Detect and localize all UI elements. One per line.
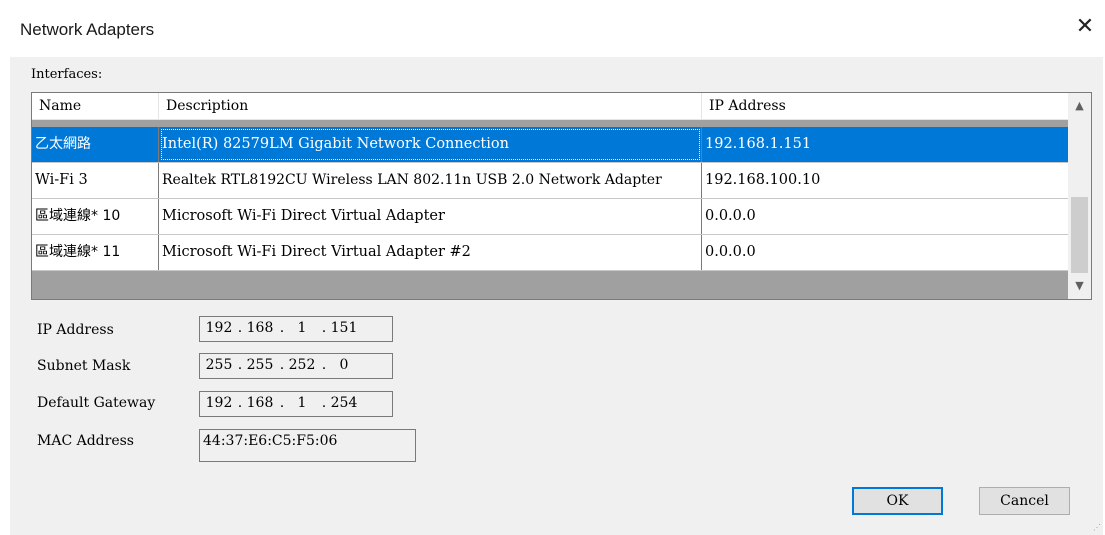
ip-dot: .	[321, 357, 327, 373]
ip-dot: .	[237, 320, 243, 336]
ip-dot: .	[279, 357, 285, 373]
ip-dot: .	[321, 395, 327, 411]
row-ip: 0.0.0.0	[705, 244, 756, 260]
interfaces-list[interactable]: Name Description IP Address 乙太網路 Intel(R…	[31, 92, 1092, 300]
ok-button[interactable]: OK	[852, 487, 943, 515]
row-name: Wi-Fi 3	[32, 163, 159, 198]
ip-octet-2: 168	[246, 320, 274, 336]
close-icon[interactable]: ✕	[1068, 10, 1102, 44]
chevron-down-icon[interactable]: ▼	[1068, 275, 1091, 297]
row-description: Realtek RTL8192CU Wireless LAN 802.11n U…	[159, 163, 702, 198]
gateway-octet-3: 1	[297, 395, 307, 411]
subnet-octet-3: 252	[288, 357, 316, 373]
table-row[interactable]: 區域連線* 10 Microsoft Wi-Fi Direct Virtual …	[32, 199, 1068, 235]
ip-address-field[interactable]: 192 . 168 . 1 . 151	[199, 316, 393, 342]
interfaces-label: Interfaces:	[31, 67, 103, 82]
list-header: Name Description IP Address	[32, 93, 1068, 120]
gateway-octet-4: 254	[330, 395, 358, 411]
chevron-up-icon[interactable]: ▲	[1068, 95, 1091, 117]
ip-dot: .	[237, 395, 243, 411]
row-ip: 0.0.0.0	[705, 208, 756, 224]
row-description: Microsoft Wi-Fi Direct Virtual Adapter	[159, 199, 702, 234]
ip-address-label: IP Address	[37, 322, 114, 338]
mac-address-field: 44:37:E6:C5:F5:06	[199, 429, 416, 462]
default-gateway-label: Default Gateway	[37, 395, 156, 411]
table-row[interactable]: Wi-Fi 3 Realtek RTL8192CU Wireless LAN 8…	[32, 163, 1068, 199]
title-bar: Network Adapters ✕	[0, 0, 1105, 57]
ip-dot: .	[321, 320, 327, 336]
subnet-octet-4: 0	[339, 357, 349, 373]
column-header-ip[interactable]: IP Address	[702, 93, 1068, 119]
scrollbar-thumb[interactable]	[1071, 197, 1088, 273]
ip-dot: .	[279, 395, 285, 411]
column-header-name[interactable]: Name	[32, 93, 159, 119]
ip-octet-4: 151	[330, 320, 358, 336]
row-name: 區域連線* 10	[32, 199, 159, 234]
cancel-button[interactable]: Cancel	[979, 487, 1070, 515]
window-title: Network Adapters	[20, 20, 155, 39]
table-row[interactable]: 乙太網路 Intel(R) 82579LM Gigabit Network Co…	[32, 127, 1068, 163]
subnet-mask-label: Subnet Mask	[37, 358, 131, 374]
subnet-mask-field[interactable]: 255 . 255 . 252 . 0	[199, 353, 393, 379]
default-gateway-field[interactable]: 192 . 168 . 1 . 254	[199, 391, 393, 417]
gateway-octet-2: 168	[246, 395, 274, 411]
subnet-octet-1: 255	[205, 357, 233, 373]
resize-grip[interactable]: ⋰	[1093, 523, 1103, 533]
row-name: 區域連線* 11	[32, 235, 159, 270]
ip-dot: .	[237, 357, 243, 373]
row-ip: 192.168.100.10	[705, 172, 821, 188]
row-ip: 192.168.1.151	[705, 136, 812, 152]
table-row[interactable]: 區域連線* 11 Microsoft Wi-Fi Direct Virtual …	[32, 235, 1068, 271]
gateway-octet-1: 192	[205, 395, 233, 411]
column-header-description[interactable]: Description	[159, 93, 702, 119]
ip-octet-3: 1	[297, 320, 307, 336]
ip-octet-1: 192	[205, 320, 233, 336]
row-name: 乙太網路	[32, 127, 159, 162]
row-description: Intel(R) 82579LM Gigabit Network Connect…	[159, 127, 702, 162]
row-description: Microsoft Wi-Fi Direct Virtual Adapter #…	[159, 235, 702, 270]
mac-address-label: MAC Address	[37, 433, 134, 449]
subnet-octet-2: 255	[246, 357, 274, 373]
ip-dot: .	[279, 320, 285, 336]
vertical-scrollbar[interactable]: ▲ ▼	[1068, 93, 1091, 299]
